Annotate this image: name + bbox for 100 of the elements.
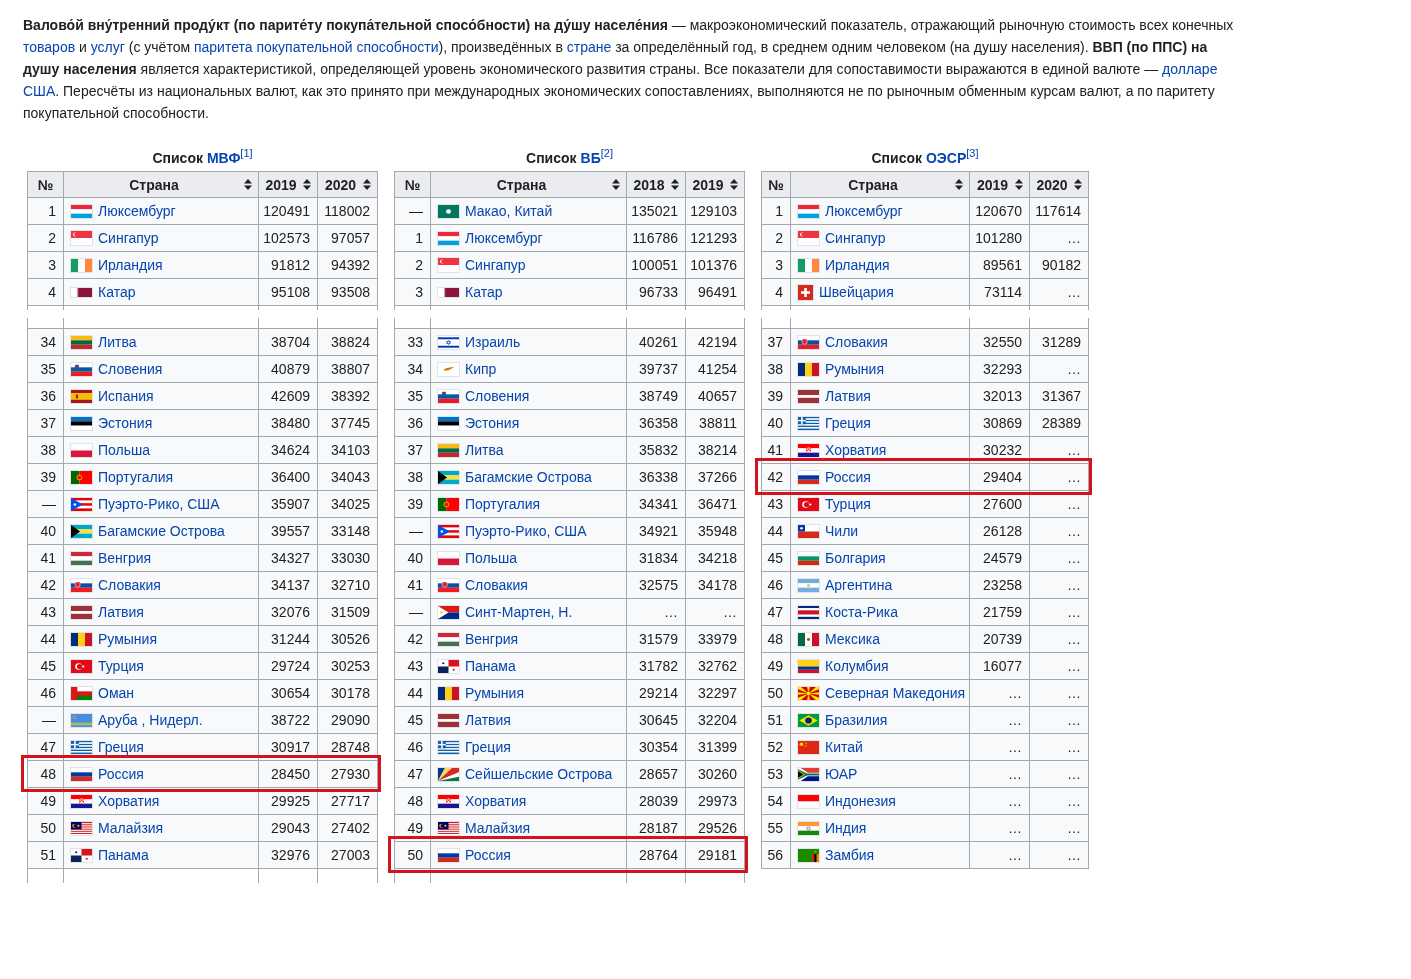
country-link[interactable]: Пуэрто-Рико, США [98, 496, 220, 512]
country-link[interactable]: Греция [825, 415, 871, 431]
caption-link[interactable]: МВФ [206, 150, 241, 166]
country-link[interactable]: Аруба , Нидерл. [98, 712, 203, 728]
country-link[interactable]: Сингапур [465, 257, 526, 273]
column-header[interactable]: 2019 [259, 172, 318, 198]
country-link[interactable]: Сингапур [825, 230, 886, 246]
country-link[interactable]: Россия [98, 766, 144, 782]
country-link[interactable]: Россия [825, 469, 871, 485]
country-link[interactable]: Словения [465, 388, 530, 404]
country-link[interactable]: Люксембург [98, 203, 176, 219]
country-link[interactable]: Греция [465, 739, 511, 755]
text-link[interactable]: стране [566, 39, 612, 55]
country-link[interactable]: Сейшельские Острова [465, 766, 613, 782]
country-link[interactable]: Багамские Острова [98, 523, 225, 539]
caption-link[interactable]: ВБ [580, 150, 601, 166]
text-link[interactable]: долларе [1162, 61, 1218, 77]
country-link[interactable]: Словакия [825, 334, 888, 350]
country-link[interactable]: Россия [465, 847, 511, 863]
country-link[interactable]: Венгрия [465, 631, 519, 647]
country-link[interactable]: Индонезия [825, 793, 896, 809]
country-link[interactable]: Латвия [465, 712, 511, 728]
country-link[interactable]: Бразилия [825, 712, 888, 728]
column-header[interactable]: 2019 [686, 172, 745, 198]
sort-icon[interactable] [612, 179, 620, 190]
country-link[interactable]: Польша [98, 442, 151, 458]
country-link[interactable]: Эстония [465, 415, 520, 431]
country-link[interactable]: Индия [825, 820, 867, 836]
country-link[interactable]: Латвия [825, 388, 871, 404]
country-link[interactable]: Латвия [98, 604, 144, 620]
country-link[interactable]: ЮАР [825, 766, 858, 782]
country-link[interactable]: Чили [825, 523, 859, 539]
column-header[interactable]: 2019 [970, 172, 1030, 198]
country-link[interactable]: Литва [465, 442, 504, 458]
country-link[interactable]: Турция [98, 658, 144, 674]
country-link[interactable]: Хорватия [98, 793, 160, 809]
country-link[interactable]: Испания [98, 388, 154, 404]
country-link[interactable]: Синт-Мартен, Н. [465, 604, 573, 620]
country-link[interactable]: Хорватия [825, 442, 887, 458]
country-link[interactable]: Сингапур [98, 230, 159, 246]
sort-icon[interactable] [730, 179, 738, 190]
country-link[interactable]: Ирландия [825, 257, 890, 273]
country-link[interactable]: Греция [98, 739, 144, 755]
column-header[interactable]: Страна [64, 172, 259, 198]
country-link[interactable]: Польша [465, 550, 518, 566]
country-link[interactable]: Оман [98, 685, 135, 701]
country-link[interactable]: Португалия [98, 469, 174, 485]
country-link[interactable]: Швейцария [819, 284, 894, 300]
sort-icon[interactable] [1074, 179, 1082, 190]
caption-link[interactable]: ОЭСР [926, 150, 967, 166]
country-link[interactable]: Португалия [465, 496, 541, 512]
column-header[interactable]: 2020 [1030, 172, 1089, 198]
country-link[interactable]: Болгария [825, 550, 886, 566]
sort-icon[interactable] [363, 179, 371, 190]
country-link[interactable]: Китай [825, 739, 863, 755]
column-header[interactable]: 2020 [318, 172, 378, 198]
country-link[interactable]: Словакия [465, 577, 528, 593]
country-link[interactable]: Пуэрто-Рико, США [465, 523, 587, 539]
sort-icon[interactable] [955, 179, 963, 190]
country-link[interactable]: Румыния [465, 685, 524, 701]
country-link[interactable]: Колумбия [825, 658, 889, 674]
column-header[interactable]: 2018 [627, 172, 686, 198]
country-link[interactable]: Турция [825, 496, 871, 512]
country-link[interactable]: Люксембург [465, 230, 543, 246]
country-link[interactable]: Кипр [465, 361, 497, 377]
reference-link[interactable]: [3] [966, 147, 979, 160]
sort-icon[interactable] [1015, 179, 1023, 190]
country-link[interactable]: Люксембург [825, 203, 903, 219]
country-link[interactable]: Эстония [98, 415, 153, 431]
country-link[interactable]: Израиль [465, 334, 521, 350]
text-link[interactable]: паритета покупательной способности [193, 39, 439, 55]
country-link[interactable]: Макао, Китай [465, 203, 553, 219]
text-link[interactable]: услуг [90, 39, 125, 55]
country-link[interactable]: Панама [98, 847, 149, 863]
country-link[interactable]: Панама [465, 658, 516, 674]
country-link[interactable]: Венгрия [98, 550, 152, 566]
text-link[interactable]: товаров [23, 39, 76, 55]
country-link[interactable]: Аргентина [825, 577, 893, 593]
country-link[interactable]: Хорватия [465, 793, 527, 809]
country-link[interactable]: Румыния [825, 361, 884, 377]
country-link[interactable]: Мексика [825, 631, 880, 647]
country-link[interactable]: Коста-Рика [825, 604, 899, 620]
country-link[interactable]: Словакия [98, 577, 161, 593]
country-link[interactable]: Северная Македония [825, 685, 966, 701]
country-link[interactable]: Малайзия [465, 820, 531, 836]
sort-icon[interactable] [671, 179, 679, 190]
country-link[interactable]: Ирландия [98, 257, 163, 273]
country-link[interactable]: Словения [98, 361, 163, 377]
country-link[interactable]: Багамские Острова [465, 469, 592, 485]
country-link[interactable]: Замбия [825, 847, 875, 863]
country-link[interactable]: Катар [98, 284, 136, 300]
country-link[interactable]: Катар [465, 284, 503, 300]
country-link[interactable]: Малайзия [98, 820, 164, 836]
column-header[interactable]: Страна [791, 172, 970, 198]
sort-icon[interactable] [244, 179, 252, 190]
sort-icon[interactable] [303, 179, 311, 190]
reference-link[interactable]: [1] [240, 147, 253, 160]
reference-link[interactable]: [2] [600, 147, 613, 160]
country-link[interactable]: Литва [98, 334, 137, 350]
country-link[interactable]: Румыния [98, 631, 157, 647]
